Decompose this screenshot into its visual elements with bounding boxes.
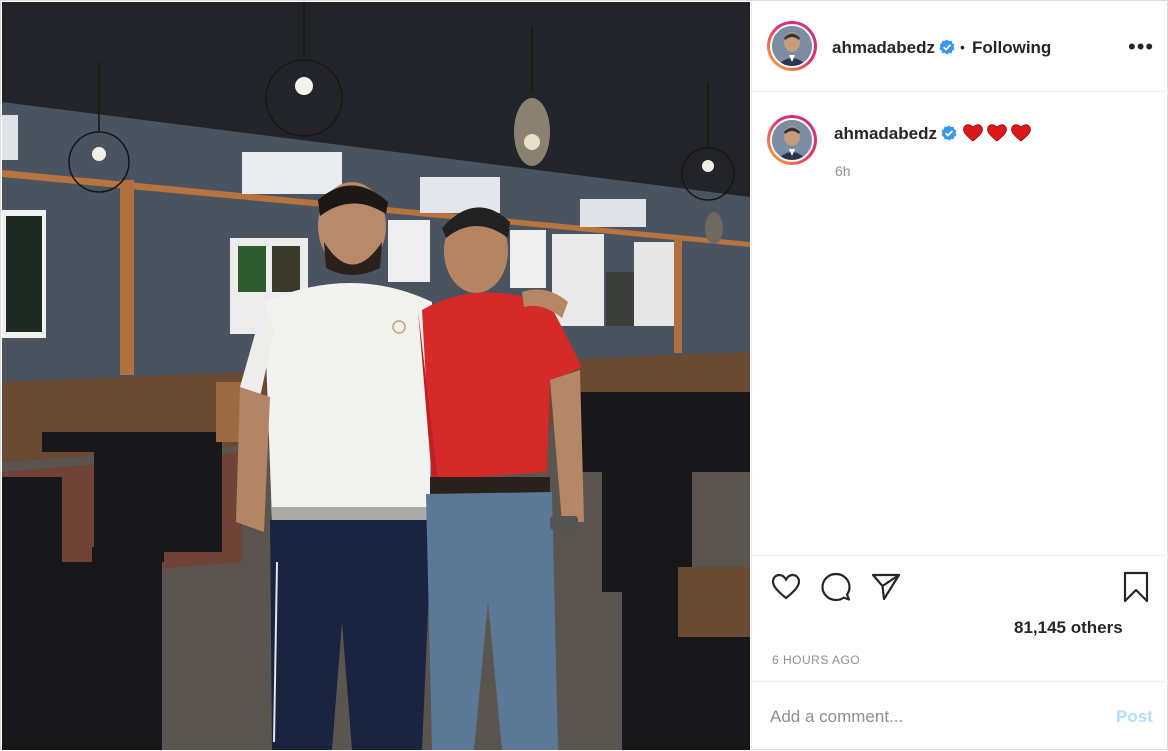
verified-badge-icon [941, 125, 957, 141]
author-avatar[interactable] [767, 21, 817, 71]
caption-avatar[interactable] [767, 115, 817, 165]
caption-username[interactable]: ahmadabedz [834, 124, 937, 144]
likes-count[interactable]: 81,145 others [1014, 618, 1123, 638]
heart-icon[interactable] [770, 571, 802, 603]
author-username[interactable]: ahmadabedz [832, 38, 935, 58]
follow-separator: • [960, 39, 965, 55]
avatar-image [772, 26, 812, 66]
bookmark-icon[interactable] [1120, 571, 1152, 603]
heart-emoji-icon [963, 124, 1031, 142]
post-actions: 81,145 others 6 HOURS AGO [752, 555, 1168, 681]
more-options-icon[interactable]: ••• [1128, 35, 1153, 59]
share-icon[interactable] [870, 571, 902, 603]
caption-text: ❤❤❤ [962, 122, 1038, 144]
post-header: ahmadabedz • Following ••• [752, 1, 1168, 92]
post-photo[interactable] [2, 2, 750, 750]
verified-badge-icon [939, 39, 955, 55]
following-button[interactable]: Following [972, 38, 1051, 58]
caption-avatar-image [772, 120, 812, 160]
post-side-panel: ahmadabedz • Following ••• ahmadabedz 6h… [751, 1, 1168, 751]
post-window: ahmadabedz • Following ••• ahmadabedz 6h… [0, 0, 1168, 751]
comment-input[interactable] [770, 704, 1070, 730]
comment-form: Post [752, 681, 1168, 751]
caption-timestamp: 6h [835, 163, 851, 179]
post-timestamp[interactable]: 6 HOURS AGO [772, 653, 860, 667]
post-comment-button[interactable]: Post [1116, 707, 1153, 727]
comment-icon[interactable] [820, 571, 852, 603]
